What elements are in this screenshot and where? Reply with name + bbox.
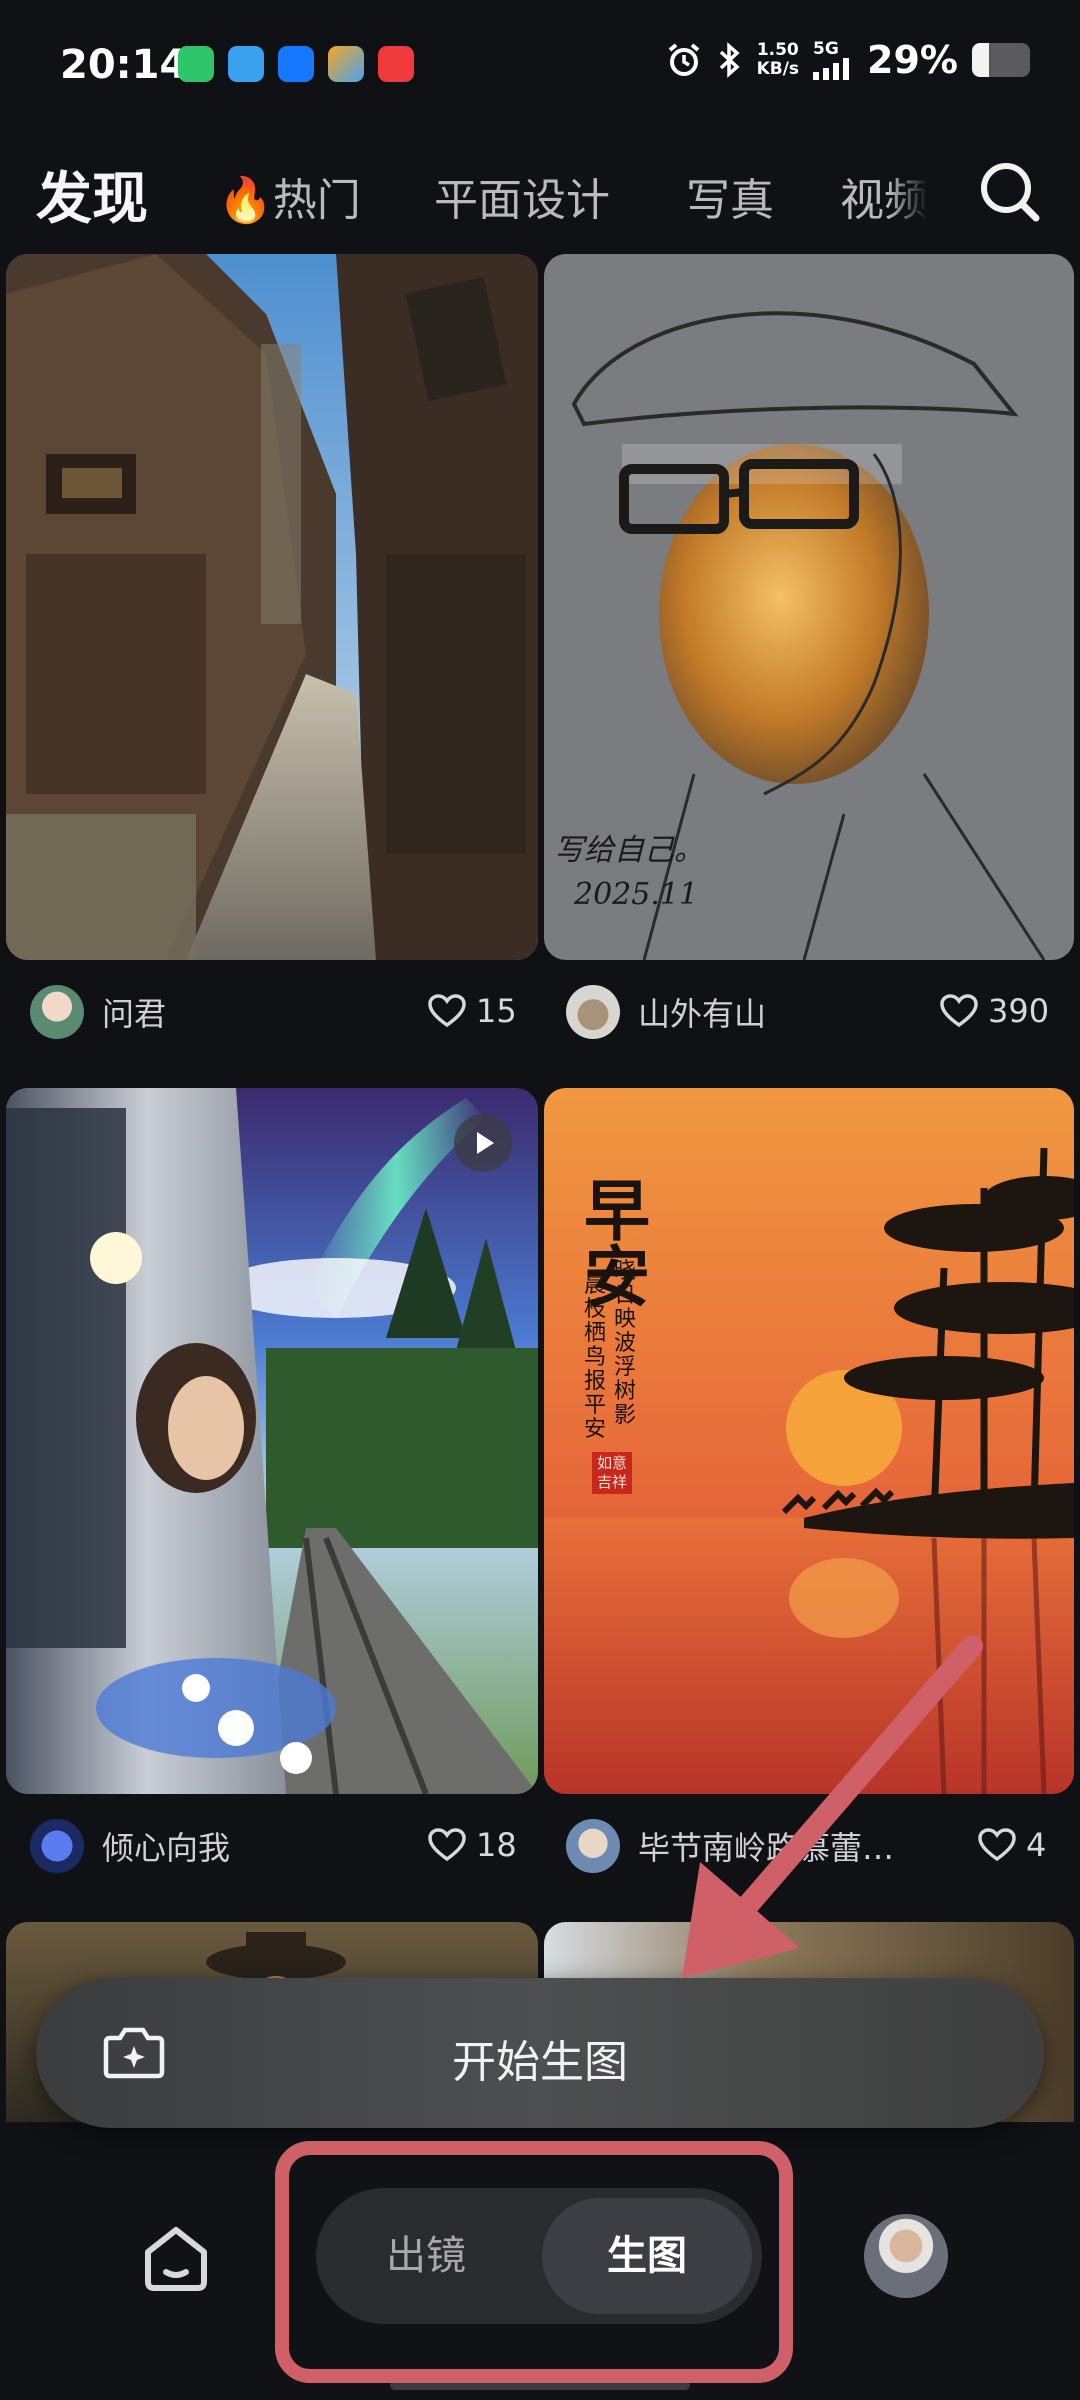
- feed-card-morning-poster[interactable]: 早安 晨枝栖鸟报平安 晓日映波浮树影 如意吉祥: [544, 1088, 1074, 1794]
- home-icon[interactable]: [140, 2222, 212, 2294]
- bluetooth-icon: [719, 42, 740, 78]
- status-bar: 20:14 1.50 KB/s 5G 29%: [0, 0, 1080, 130]
- heart-icon: [428, 1828, 466, 1862]
- heart-icon: [978, 1828, 1016, 1862]
- feed-card-old-street[interactable]: [6, 254, 538, 960]
- status-time: 20:14: [60, 42, 188, 88]
- tab-graphic-design[interactable]: 平面设计: [434, 164, 610, 228]
- category-tabs: 发现 🔥热门 平面设计 写真 视频: [0, 140, 1080, 240]
- author-name[interactable]: 毕节南岭路慕蕾…: [638, 1823, 894, 1869]
- author-name[interactable]: 山外有山: [638, 989, 766, 1035]
- bottom-nav: 出镜 生图: [0, 2158, 1080, 2400]
- app-icon-green: [178, 46, 214, 82]
- card-meta-3: 倾心向我: [30, 1816, 490, 1876]
- battery-fill: [972, 43, 989, 77]
- old-street-image: [6, 254, 538, 960]
- search-icon[interactable]: [976, 158, 1042, 224]
- signal-group: 5G: [813, 38, 853, 80]
- like-button[interactable]: 18: [428, 1826, 517, 1864]
- segment-generate[interactable]: 生图: [542, 2198, 752, 2314]
- network-type: 5G: [813, 38, 839, 59]
- tab-video[interactable]: 视频: [840, 164, 928, 228]
- poster-seal: 如意吉祥: [592, 1452, 632, 1494]
- like-count: 390: [988, 992, 1050, 1030]
- battery-icon: [972, 43, 1030, 77]
- signal-icon: [813, 57, 850, 80]
- sketch-portrait-image: 写给自己。 2025.11: [544, 254, 1074, 960]
- sketch-signature-1: 写给自己。: [554, 833, 704, 868]
- heart-icon: [940, 994, 978, 1028]
- network-speed: 1.50 KB/s: [757, 41, 799, 79]
- like-button[interactable]: 4: [978, 1826, 1046, 1864]
- author-name[interactable]: 倾心向我: [102, 1823, 230, 1869]
- like-button[interactable]: 15: [428, 992, 517, 1030]
- app-icon-red: [378, 46, 414, 82]
- card-meta-1: 问君: [30, 982, 490, 1042]
- author-avatar[interactable]: [566, 985, 620, 1039]
- feed-card-train-aurora[interactable]: [6, 1088, 538, 1794]
- heart-icon: [428, 994, 466, 1028]
- author-avatar[interactable]: [30, 1819, 84, 1873]
- card-meta-2: 山外有山: [566, 982, 906, 1042]
- author-name[interactable]: 问君: [102, 989, 166, 1035]
- like-button[interactable]: 390: [940, 992, 1049, 1030]
- author-avatar[interactable]: [566, 1819, 620, 1873]
- alipay-icon: [278, 46, 314, 82]
- morning-poster-image: 早安: [544, 1088, 1074, 1794]
- tab-hot[interactable]: 🔥热门: [218, 164, 361, 228]
- start-generation-label: 开始生图: [452, 2037, 628, 2088]
- train-aurora-image: [6, 1088, 538, 1794]
- profile-avatar[interactable]: [864, 2214, 948, 2298]
- like-count: 18: [476, 1826, 517, 1864]
- feed-card-sketch-portrait[interactable]: 写给自己。 2025.11: [544, 254, 1074, 960]
- battery-percent: 29%: [867, 38, 958, 82]
- notification-icons: [178, 46, 414, 82]
- poster-verse-2: 晓日映波浮树影: [614, 1259, 637, 1428]
- tab-portrait[interactable]: 写真: [686, 164, 774, 228]
- video-play-icon[interactable]: [454, 1114, 512, 1172]
- start-generation-bar[interactable]: 开始生图: [36, 1978, 1044, 2128]
- speed-unit: KB/s: [756, 59, 800, 79]
- mode-segmented-control: 出镜 生图: [316, 2188, 762, 2324]
- segment-appear[interactable]: 出镜: [326, 2188, 526, 2324]
- alarm-icon: [668, 43, 699, 76]
- sketch-signature-2: 2025.11: [573, 877, 698, 912]
- poster-verse-1: 晨枝栖鸟报平安: [584, 1273, 607, 1442]
- like-count: 15: [476, 992, 517, 1030]
- speed-value: 1.50: [756, 40, 799, 60]
- card-meta-4: 毕节南岭路慕蕾…: [566, 1816, 932, 1876]
- author-avatar[interactable]: [30, 985, 84, 1039]
- gesture-home-indicator[interactable]: [390, 2380, 690, 2390]
- tab-discover[interactable]: 发现: [36, 154, 148, 235]
- app-icon-cloud: [228, 46, 264, 82]
- app-icon-colorful: [328, 46, 364, 82]
- like-count: 4: [1026, 1826, 1047, 1864]
